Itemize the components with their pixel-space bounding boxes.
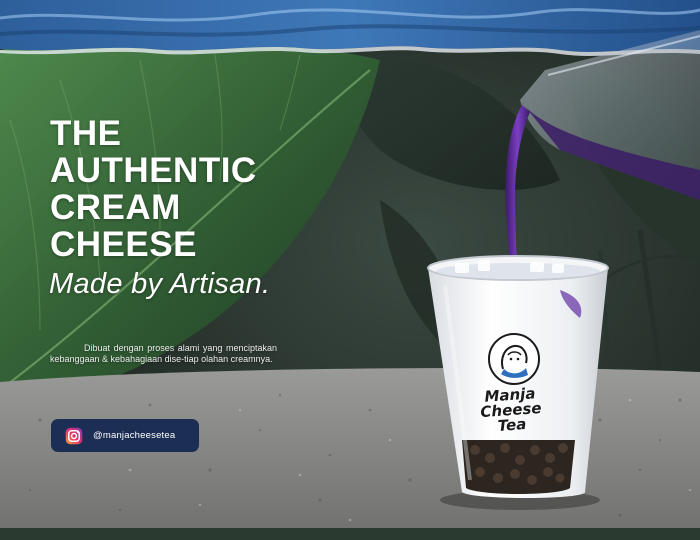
description: Dibuat dengan proses alami yang mencipta… (50, 343, 277, 364)
headline-line-2: AUTHENTIC (50, 151, 257, 190)
cup-brand-label: Manja Cheese Tea (472, 384, 551, 435)
instagram-handle-label: @manjacheesetea (93, 430, 176, 441)
instagram-icon (65, 427, 83, 444)
tagline: Made by Artisan. (49, 268, 271, 300)
headline-line-3: CREAM (50, 188, 181, 227)
headline: THE AUTHENTIC CREAM CHEESE (50, 115, 257, 263)
headline-line-4: CHEESE (50, 225, 197, 264)
poster: THE AUTHENTIC CREAM CHEESE Made by Artis… (0, 0, 700, 540)
headline-line-1: THE (50, 114, 122, 153)
brand-logo (488, 333, 540, 385)
instagram-handle-button[interactable]: @manjacheesetea (51, 419, 199, 452)
